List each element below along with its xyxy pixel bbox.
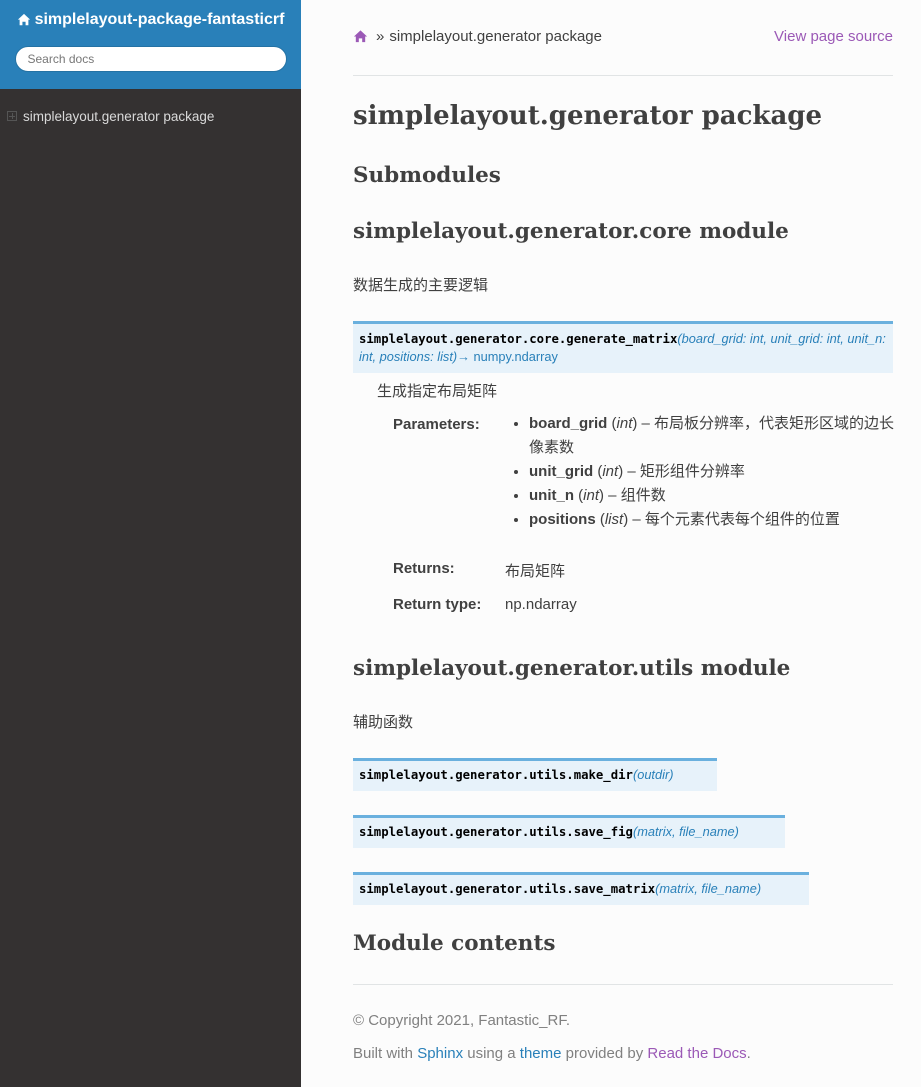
list-item: unit_grid (int) – 矩形组件分辨率 <box>529 460 895 484</box>
breadcrumb-separator: » <box>376 27 385 45</box>
save-fig-signature: simplelayout.generator.utils.save_fig(ma… <box>353 815 785 848</box>
module-contents-heading: Module contents <box>353 931 556 956</box>
returns-value: 布局矩阵 <box>505 563 566 580</box>
sidebar: simplelayout-package-fantasticrf simplel… <box>0 0 301 1087</box>
parameters-list: board_grid (int) – 布局板分辨率，代表矩形区域的边长像素数 u… <box>505 412 895 532</box>
search-input[interactable] <box>14 46 287 72</box>
sphinx-link[interactable]: Sphinx <box>417 1045 463 1062</box>
generate-matrix-signature: simplelayout.generator.core.generate_mat… <box>353 321 893 373</box>
home-icon <box>17 13 30 26</box>
function-params: (outdir) <box>632 767 674 782</box>
expand-plus-icon[interactable] <box>7 111 17 121</box>
theme-link[interactable]: theme <box>520 1045 562 1062</box>
utils-module-heading: simplelayout.generator.utils module <box>353 656 791 681</box>
core-module-description: 数据生成的主要逻辑 <box>353 277 489 294</box>
function-name: simplelayout.generator.utils.save_fig <box>359 825 633 839</box>
returns-label: Returns: <box>393 560 455 577</box>
utils-module-description: 辅助函数 <box>353 714 414 731</box>
submodules-heading: Submodules <box>353 163 501 188</box>
read-the-docs-link[interactable]: Read the Docs <box>647 1045 746 1062</box>
breadcrumb: » simplelayout.generator package View pa… <box>353 25 893 47</box>
view-page-source-link[interactable]: View page source <box>774 28 893 45</box>
sidebar-item-label: simplelayout.generator package <box>23 108 215 124</box>
save-matrix-signature: simplelayout.generator.utils.save_matrix… <box>353 872 809 905</box>
return-type-value: np.ndarray <box>505 596 577 613</box>
project-home-link[interactable]: simplelayout-package-fantasticrf <box>17 11 285 29</box>
function-description: 生成指定布局矩阵 <box>377 383 498 400</box>
divider <box>353 75 893 76</box>
project-name: simplelayout-package-fantasticrf <box>34 11 285 28</box>
divider <box>353 984 893 985</box>
function-params: (matrix, file_name) <box>655 881 762 896</box>
make-dir-signature: simplelayout.generator.utils.make_dir(ou… <box>353 758 717 791</box>
built-with-line: Built with Sphinx using a theme provided… <box>353 1045 751 1062</box>
breadcrumb-current: simplelayout.generator package <box>389 27 602 45</box>
function-name: simplelayout.generator.utils.save_matrix <box>359 882 656 896</box>
sidebar-header: simplelayout-package-fantasticrf <box>0 0 301 89</box>
function-params: (matrix, file_name) <box>632 824 739 839</box>
sidebar-item-generator-package[interactable]: simplelayout.generator package <box>0 105 301 127</box>
list-item: board_grid (int) – 布局板分辨率，代表矩形区域的边长像素数 <box>529 412 895 460</box>
return-type-label: Return type: <box>393 596 482 613</box>
page-title: simplelayout.generator package <box>353 101 823 131</box>
home-icon[interactable] <box>353 29 368 44</box>
list-item: unit_n (int) – 组件数 <box>529 484 895 508</box>
function-name: simplelayout.generator.core.generate_mat… <box>359 332 678 346</box>
function-name: simplelayout.generator.utils.make_dir <box>359 768 633 782</box>
list-item: positions (list) – 每个元素代表每个组件的位置 <box>529 508 895 532</box>
parameters-label: Parameters: <box>393 416 480 433</box>
copyright: © Copyright 2021, Fantastic_RF. <box>353 1012 570 1029</box>
core-module-heading: simplelayout.generator.core module <box>353 219 789 244</box>
function-return: → numpy.ndarray <box>457 349 558 364</box>
